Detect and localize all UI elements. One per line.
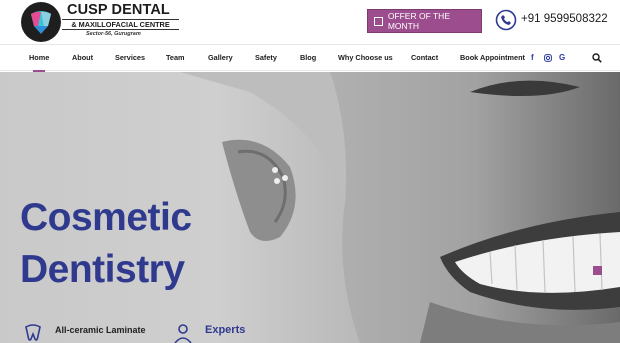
phone-number[interactable]: +91 9599508322 — [521, 13, 608, 25]
brand-name: CUSP DENTAL — [67, 2, 170, 18]
nav-item-why-choose-us[interactable]: Why Choose us — [338, 53, 393, 62]
search-icon[interactable] — [592, 53, 602, 63]
brand-location: Sector-56, Gurugram — [86, 31, 141, 37]
nav-item-contact[interactable]: Contact — [411, 53, 438, 62]
nav-item-safety[interactable]: Safety — [255, 53, 277, 62]
doctor-icon — [174, 324, 192, 343]
logo-icon[interactable] — [21, 2, 61, 42]
nav-item-gallery[interactable]: Gallery — [208, 53, 233, 62]
feature-laminate: All-ceramic Laminate — [55, 325, 146, 335]
hero-title-line1: Cosmetic — [20, 196, 192, 239]
nav-item-team[interactable]: Team — [166, 53, 185, 62]
nav-item-services[interactable]: Services — [115, 53, 145, 62]
brand-subtitle: & MAXILLOFACIAL CENTRE — [62, 19, 179, 30]
facebook-icon[interactable]: f — [531, 53, 534, 62]
feature-experts: Experts — [205, 324, 246, 336]
offer-label: OFFER OF THE MONTH — [387, 11, 450, 31]
phone-icon — [495, 9, 517, 31]
nav-item-about[interactable]: About — [72, 53, 93, 62]
carousel-indicator[interactable] — [593, 266, 602, 275]
nav-item-book-appointment[interactable]: Book Appointment — [460, 53, 525, 62]
google-icon[interactable]: G — [559, 53, 565, 62]
main-nav: Home About Services Team Gallery Safety … — [0, 44, 620, 72]
nav-item-home[interactable]: Home — [29, 53, 49, 62]
nav-item-blog[interactable]: Blog — [300, 53, 316, 62]
offer-of-the-month-button[interactable]: OFFER OF THE MONTH — [367, 9, 482, 33]
site-header: CUSP DENTAL & MAXILLOFACIAL CENTRE Secto… — [0, 0, 620, 44]
gift-icon — [374, 16, 383, 26]
hero-title-line2: Dentistry — [20, 248, 185, 291]
instagram-icon[interactable] — [544, 54, 552, 62]
tooth-icon — [25, 324, 41, 341]
